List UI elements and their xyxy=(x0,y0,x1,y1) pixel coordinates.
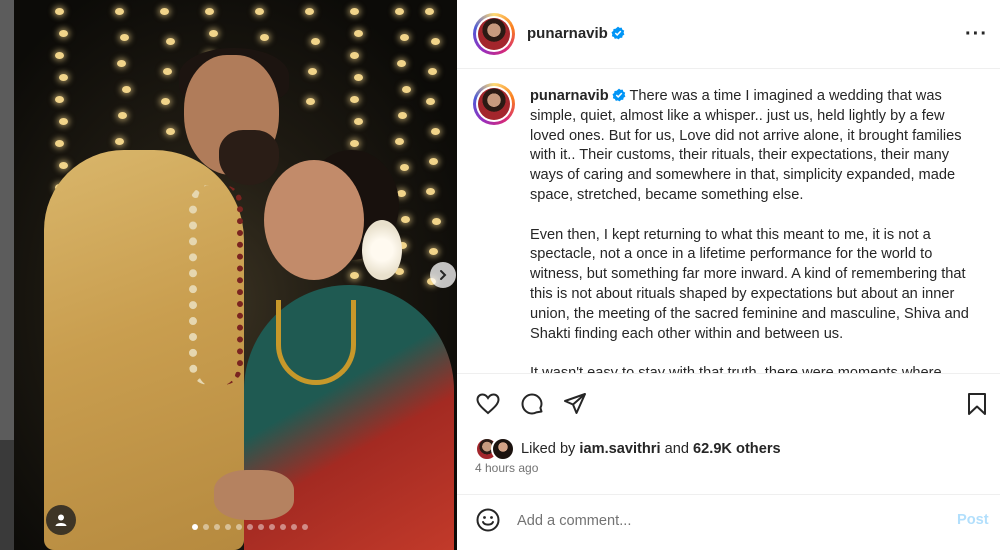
carousel-dot xyxy=(203,524,209,530)
carousel-dot xyxy=(236,524,242,530)
carousel-dot xyxy=(225,524,231,530)
avatar[interactable] xyxy=(473,13,515,55)
post-timestamp[interactable]: 4 hours ago xyxy=(475,461,538,475)
header-username[interactable]: punarnavib xyxy=(527,25,625,42)
send-icon[interactable] xyxy=(562,391,588,417)
likes-others-link[interactable]: 62.9K others xyxy=(693,441,781,457)
comment-icon[interactable] xyxy=(519,391,545,417)
verified-badge-icon xyxy=(611,26,625,40)
caption-paragraph: punarnavib There was a time I imagined a… xyxy=(530,88,962,203)
carousel-dot xyxy=(192,524,198,530)
likes-summary[interactable]: Liked by iam.savithri and 62.9K others xyxy=(475,437,781,461)
bookmark-icon[interactable] xyxy=(964,391,990,417)
post-actions: Liked by iam.savithri and 62.9K others 4… xyxy=(457,373,1000,495)
verified-badge-icon xyxy=(612,88,626,102)
post-header: punarnavib ··· xyxy=(457,0,1000,69)
heart-icon[interactable] xyxy=(475,391,501,417)
carousel-dot xyxy=(280,524,286,530)
post-detail-panel: punarnavib ··· punarnavib There was a ti… xyxy=(457,0,1000,550)
caption-paragraph: Even then, I kept returning to what this… xyxy=(530,226,969,342)
post-caption: punarnavib There was a time I imagined a… xyxy=(530,87,980,373)
comment-bar: Post xyxy=(457,494,1000,550)
post-media-carousel[interactable] xyxy=(14,0,457,550)
caption-username[interactable]: punarnavib xyxy=(530,88,626,104)
caption-scroll-area[interactable]: punarnavib There was a time I imagined a… xyxy=(457,69,1000,373)
carousel-indicator xyxy=(192,524,308,530)
comment-input[interactable] xyxy=(515,506,939,536)
left-backdrop xyxy=(0,0,14,550)
carousel-dot xyxy=(247,524,253,530)
avatar xyxy=(491,437,515,461)
carousel-dot xyxy=(269,524,275,530)
carousel-dot xyxy=(258,524,264,530)
emoji-icon[interactable] xyxy=(475,507,501,533)
caption-avatar[interactable] xyxy=(473,83,515,125)
chevron-right-icon[interactable] xyxy=(430,262,456,288)
more-options-icon[interactable]: ··· xyxy=(965,24,988,44)
carousel-dot xyxy=(214,524,220,530)
carousel-dot xyxy=(302,524,308,530)
post-comment-button[interactable]: Post xyxy=(957,512,989,528)
liked-by-user-link[interactable]: iam.savithri xyxy=(579,441,660,457)
carousel-dot xyxy=(291,524,297,530)
photo-garland xyxy=(189,185,243,385)
user-tag-icon[interactable] xyxy=(46,505,76,535)
caption-paragraph: It wasn't easy to stay with that truth, … xyxy=(530,364,980,373)
